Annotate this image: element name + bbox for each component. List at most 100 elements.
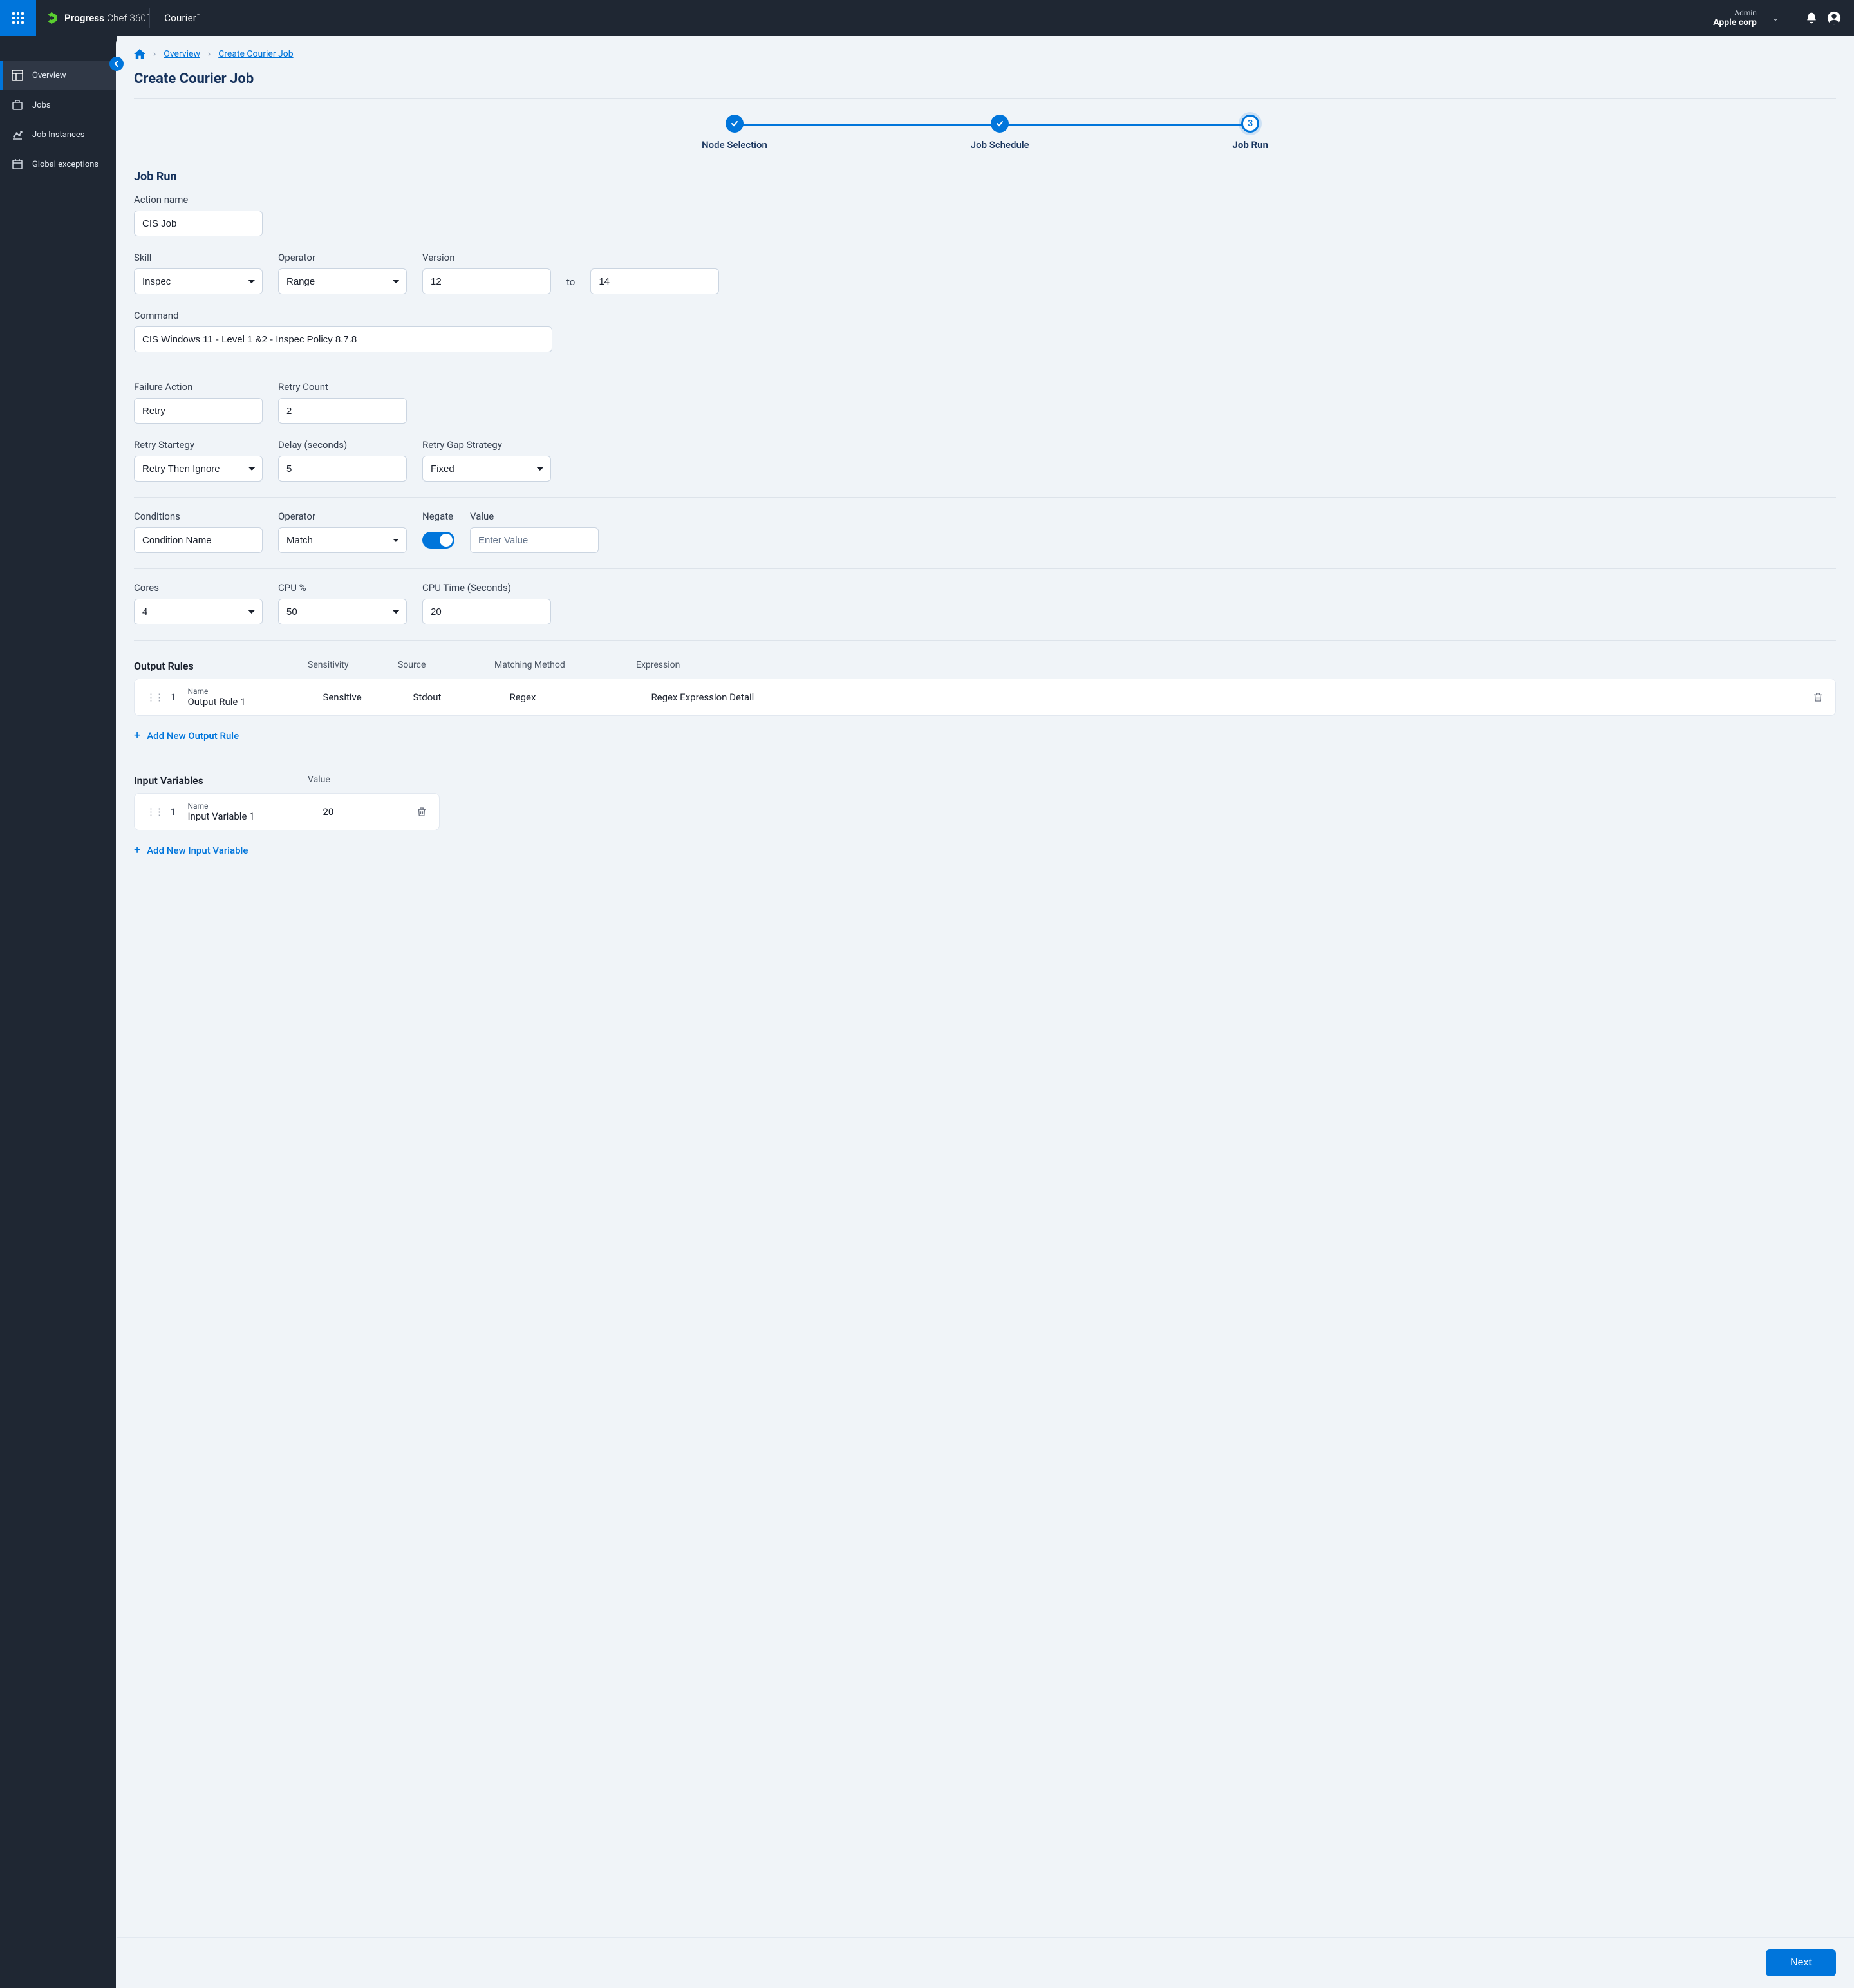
chevron-down-icon: ⌄ bbox=[1772, 14, 1779, 23]
breadcrumb-create-link[interactable]: Create Courier Job bbox=[218, 49, 293, 59]
step-label: Job Schedule bbox=[971, 139, 1029, 151]
col-value: Value bbox=[308, 774, 404, 788]
version-from-input[interactable] bbox=[422, 268, 551, 294]
progress-logo-icon bbox=[48, 12, 61, 24]
delete-input-var-button[interactable] bbox=[416, 806, 427, 818]
row-source: Stdout bbox=[413, 691, 509, 703]
retry-count-label: Retry Count bbox=[278, 381, 407, 393]
value-label: Value bbox=[470, 511, 599, 522]
retry-strategy-label: Retry Startegy bbox=[134, 439, 263, 451]
chevron-left-icon bbox=[113, 61, 120, 67]
failure-action-input[interactable] bbox=[134, 398, 263, 424]
step-job-run[interactable]: 3 Job Run bbox=[1233, 115, 1268, 151]
cpu-pct-label: CPU % bbox=[278, 582, 407, 594]
sidebar-item-overview[interactable]: Overview bbox=[0, 61, 117, 90]
retry-gap-label: Retry Gap Strategy bbox=[422, 439, 551, 451]
chevron-right-icon: › bbox=[208, 49, 211, 59]
step-job-schedule[interactable]: Job Schedule bbox=[971, 115, 1029, 151]
input-var-row: ⋮⋮ 1 Name Input Variable 1 20 bbox=[134, 793, 440, 830]
step-node-selection[interactable]: Node Selection bbox=[702, 115, 767, 151]
conditions-input[interactable] bbox=[134, 527, 263, 553]
trash-icon bbox=[1812, 691, 1824, 703]
notifications-button[interactable] bbox=[1797, 12, 1826, 24]
divider bbox=[134, 568, 1836, 569]
drag-handle-icon[interactable]: ⋮⋮ bbox=[146, 691, 163, 703]
negate-toggle[interactable] bbox=[422, 532, 454, 549]
bell-icon bbox=[1805, 12, 1818, 24]
row-index: 1 bbox=[171, 806, 176, 818]
row-index: 1 bbox=[171, 691, 176, 703]
output-rules-title: Output Rules bbox=[134, 660, 308, 672]
value-input[interactable] bbox=[470, 527, 599, 553]
row-name-label: Name bbox=[187, 687, 323, 696]
breadcrumb-overview-link[interactable]: Overview bbox=[164, 49, 200, 59]
sidebar: Overview Jobs Job Instances Global excep… bbox=[0, 36, 117, 1988]
sidebar-collapse-button[interactable] bbox=[109, 57, 124, 71]
negate-label: Negate bbox=[422, 511, 454, 522]
sidebar-item-jobs[interactable]: Jobs bbox=[0, 90, 117, 120]
cond-operator-label: Operator bbox=[278, 511, 407, 522]
add-input-variable-button[interactable]: + Add New Input Variable bbox=[134, 843, 1836, 857]
cores-label: Cores bbox=[134, 582, 263, 594]
output-rule-row: ⋮⋮ 1 Name Output Rule 1 Sensitive Stdout… bbox=[134, 679, 1836, 716]
app-grid-icon bbox=[12, 12, 24, 24]
failure-action-label: Failure Action bbox=[134, 381, 263, 393]
col-expression: Expression bbox=[636, 660, 1836, 673]
home-icon[interactable] bbox=[134, 49, 145, 59]
version-to-input[interactable] bbox=[590, 268, 719, 294]
skill-select[interactable]: Inspec bbox=[134, 268, 263, 294]
retry-strategy-select[interactable]: Retry Then Ignore bbox=[134, 456, 263, 482]
divider bbox=[134, 497, 1836, 498]
row-name: Output Rule 1 bbox=[187, 696, 323, 708]
divider bbox=[134, 98, 1836, 99]
chevron-right-icon: › bbox=[153, 49, 156, 59]
operator-label: Operator bbox=[278, 252, 407, 263]
input-vars-header: Input Variables Value bbox=[134, 774, 1836, 793]
section-title: Job Run bbox=[134, 170, 1836, 183]
delete-output-rule-button[interactable] bbox=[1812, 691, 1824, 703]
cores-select[interactable]: 4 bbox=[134, 599, 263, 624]
retry-gap-select[interactable]: Fixed bbox=[422, 456, 551, 482]
retry-count-input[interactable] bbox=[278, 398, 407, 424]
output-rules-header: Output Rules Sensitivity Source Matching… bbox=[134, 660, 1836, 679]
add-output-rule-label: Add New Output Rule bbox=[147, 730, 239, 742]
delay-input[interactable] bbox=[278, 456, 407, 482]
command-input[interactable] bbox=[134, 326, 552, 352]
row-matching: Regex bbox=[509, 691, 651, 703]
conditions-label: Conditions bbox=[134, 511, 263, 522]
cpu-pct-select[interactable]: 50 bbox=[278, 599, 407, 624]
input-vars-title: Input Variables bbox=[134, 774, 308, 787]
sidebar-item-global-exceptions[interactable]: Global exceptions bbox=[0, 149, 117, 179]
step-number: 3 bbox=[1241, 115, 1259, 133]
footer-bar: Next bbox=[117, 1937, 1854, 1988]
tenant-org: Apple corp bbox=[1713, 17, 1757, 28]
drag-handle-icon[interactable]: ⋮⋮ bbox=[146, 806, 163, 818]
version-label: Version bbox=[422, 252, 551, 263]
operator-select[interactable]: Range bbox=[278, 268, 407, 294]
breadcrumb: › Overview › Create Courier Job bbox=[134, 49, 1836, 59]
delay-label: Delay (seconds) bbox=[278, 439, 407, 451]
add-output-rule-button[interactable]: + Add New Output Rule bbox=[134, 729, 1836, 742]
brand-chef360: Progress Chef 360™ bbox=[36, 12, 149, 24]
step-label: Node Selection bbox=[702, 139, 767, 151]
step-label: Job Run bbox=[1233, 139, 1268, 151]
brand-progress-text: Progress Chef 360™ bbox=[64, 12, 149, 24]
page-title: Create Courier Job bbox=[134, 71, 1836, 87]
row-name: Input Variable 1 bbox=[187, 811, 323, 822]
account-button[interactable] bbox=[1826, 11, 1854, 25]
calendar-icon bbox=[12, 158, 23, 170]
top-bar: Progress Chef 360™ Courier™ Admin Apple … bbox=[0, 0, 1854, 36]
col-matching: Matching Method bbox=[494, 660, 636, 673]
tenant-selector[interactable]: Admin Apple corp ⌄ bbox=[1713, 8, 1779, 28]
step-check-icon bbox=[726, 115, 744, 133]
col-sensitivity: Sensitivity bbox=[308, 660, 398, 673]
sidebar-item-job-instances[interactable]: Job Instances bbox=[0, 120, 117, 149]
plus-icon: + bbox=[134, 729, 140, 742]
cpu-time-input[interactable] bbox=[422, 599, 551, 624]
sidebar-item-label: Job Instances bbox=[32, 130, 84, 140]
plus-icon: + bbox=[134, 843, 140, 857]
action-name-input[interactable] bbox=[134, 211, 263, 236]
app-launcher-button[interactable] bbox=[0, 0, 36, 36]
next-button[interactable]: Next bbox=[1766, 1949, 1836, 1976]
cond-operator-select[interactable]: Match bbox=[278, 527, 407, 553]
